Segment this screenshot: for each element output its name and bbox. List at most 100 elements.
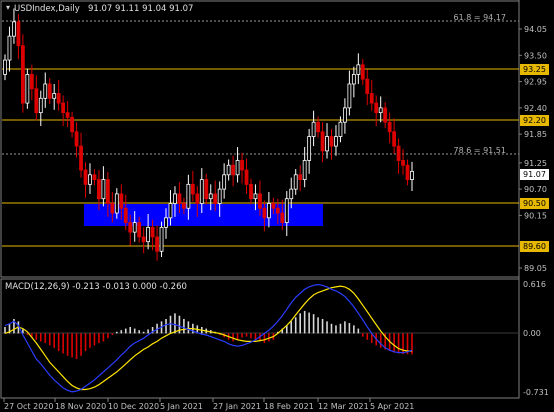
candle-body — [307, 136, 312, 161]
candle-body — [369, 93, 374, 104]
macd-header: MACD(12,26,9) -0.213 -0.013 0.000 -0.260 — [5, 282, 187, 292]
price-tick-label: 93.50 — [524, 51, 547, 60]
chart-window[interactable]: 61.8 = 94.17 78.6 = 91.51 ▾ USDIndex,Dai… — [0, 0, 554, 412]
candle-body — [123, 207, 128, 223]
date-tick-label: 5 Jan 2021 — [160, 402, 203, 411]
candle-body — [258, 193, 262, 209]
candle-body — [137, 222, 142, 238]
candle-body — [298, 174, 303, 180]
macd-axis-bottom: -0.731 — [523, 388, 549, 397]
candle-body — [168, 203, 173, 219]
candle-body — [360, 64, 365, 80]
date-tick-label: 18 Nov 2020 — [55, 402, 106, 411]
date-tick-label: 27 Oct 2020 — [4, 402, 53, 411]
candle-body — [34, 88, 39, 114]
candle-body — [186, 183, 191, 209]
candle-body — [128, 222, 133, 233]
symbol-dropdown-icon[interactable]: ▾ — [6, 3, 10, 12]
candle-body — [132, 222, 137, 233]
candle-body — [65, 112, 70, 118]
candle-body — [387, 121, 392, 133]
candle-body — [141, 236, 146, 243]
price-tick-label: 91.85 — [524, 130, 547, 139]
candle-body — [29, 74, 34, 90]
date-tick-label: 27 Jan 2021 — [213, 402, 261, 411]
candle-body — [164, 217, 168, 228]
fib-label-mid: 78.6 = 91.51 — [453, 146, 506, 155]
candle-body — [325, 136, 329, 152]
candle-body — [159, 226, 164, 252]
candle-body — [338, 121, 343, 137]
candle-body — [12, 21, 16, 37]
candle-body — [52, 93, 57, 99]
candle-body — [244, 169, 249, 185]
candle-body — [405, 164, 410, 180]
date-tick-label: 10 Dec 2020 — [108, 402, 159, 411]
candle-body — [222, 174, 227, 190]
date-tick-label: 12 Mar 2021 — [318, 402, 369, 411]
candle-body — [43, 83, 48, 99]
candle-body — [110, 203, 115, 214]
candle-body — [70, 117, 74, 133]
candle-body — [275, 207, 280, 214]
candle-body — [392, 131, 397, 147]
candle-body — [356, 64, 361, 75]
candle-body — [190, 183, 195, 195]
candle-body — [114, 193, 119, 214]
level-tag-92-20: 92.20 — [523, 116, 546, 125]
price-tick-label: 92.40 — [524, 104, 547, 113]
candle-body — [173, 193, 177, 204]
candle-body — [7, 35, 12, 61]
candle-body — [182, 203, 186, 209]
candle-body — [293, 174, 298, 190]
candle-body — [101, 179, 106, 200]
candle-body — [20, 45, 25, 104]
candle-body — [240, 160, 244, 171]
candle-body — [289, 188, 294, 200]
candle-body — [262, 207, 267, 219]
candle-body — [177, 193, 182, 204]
candle-body — [311, 121, 316, 137]
candle-body — [316, 121, 320, 133]
candle-body — [383, 107, 388, 123]
candle-body — [146, 226, 151, 243]
candle-body — [410, 171, 414, 180]
candle-body — [199, 179, 204, 204]
candle-body — [217, 188, 222, 204]
candle-body — [284, 198, 289, 223]
candle-body — [334, 136, 338, 147]
candle-body — [150, 226, 155, 238]
candle-body — [155, 236, 159, 252]
symbol-title: USDIndex,Daily — [14, 4, 80, 14]
candle-body — [280, 212, 285, 223]
candle-body — [38, 97, 43, 114]
candle-body — [208, 193, 213, 200]
candle-body — [204, 179, 209, 200]
candle-body — [378, 107, 383, 114]
candle-body — [374, 102, 379, 114]
price-tick-label: 90.70 — [524, 185, 547, 194]
candle-body — [47, 83, 52, 99]
candle-body — [347, 83, 352, 109]
level-tag-93-25: 93.25 — [523, 65, 546, 74]
candle-body — [83, 169, 88, 185]
macd-axis-top: 0.616 — [523, 280, 546, 289]
level-tag-89-60: 89.60 — [523, 242, 546, 251]
candle-body — [3, 59, 7, 75]
candle-body — [396, 145, 401, 161]
date-tick-label: 18 Feb 2021 — [264, 402, 314, 411]
candle-body — [343, 107, 347, 123]
candle-body — [97, 179, 101, 200]
candle-body — [401, 160, 405, 166]
candle-body — [302, 160, 307, 180]
candle-body — [249, 183, 253, 200]
candle-body — [74, 131, 79, 147]
price-tick-label: 92.95 — [524, 78, 547, 87]
level-tag-90-50: 90.50 — [523, 199, 546, 208]
candle-body — [92, 174, 97, 180]
price-tick-label: 89.05 — [524, 264, 547, 273]
price-tick-label: 90.15 — [524, 211, 547, 220]
candle-body — [253, 193, 258, 200]
candle-body — [351, 74, 356, 85]
macd-axis-zero: 0.00 — [523, 329, 541, 338]
